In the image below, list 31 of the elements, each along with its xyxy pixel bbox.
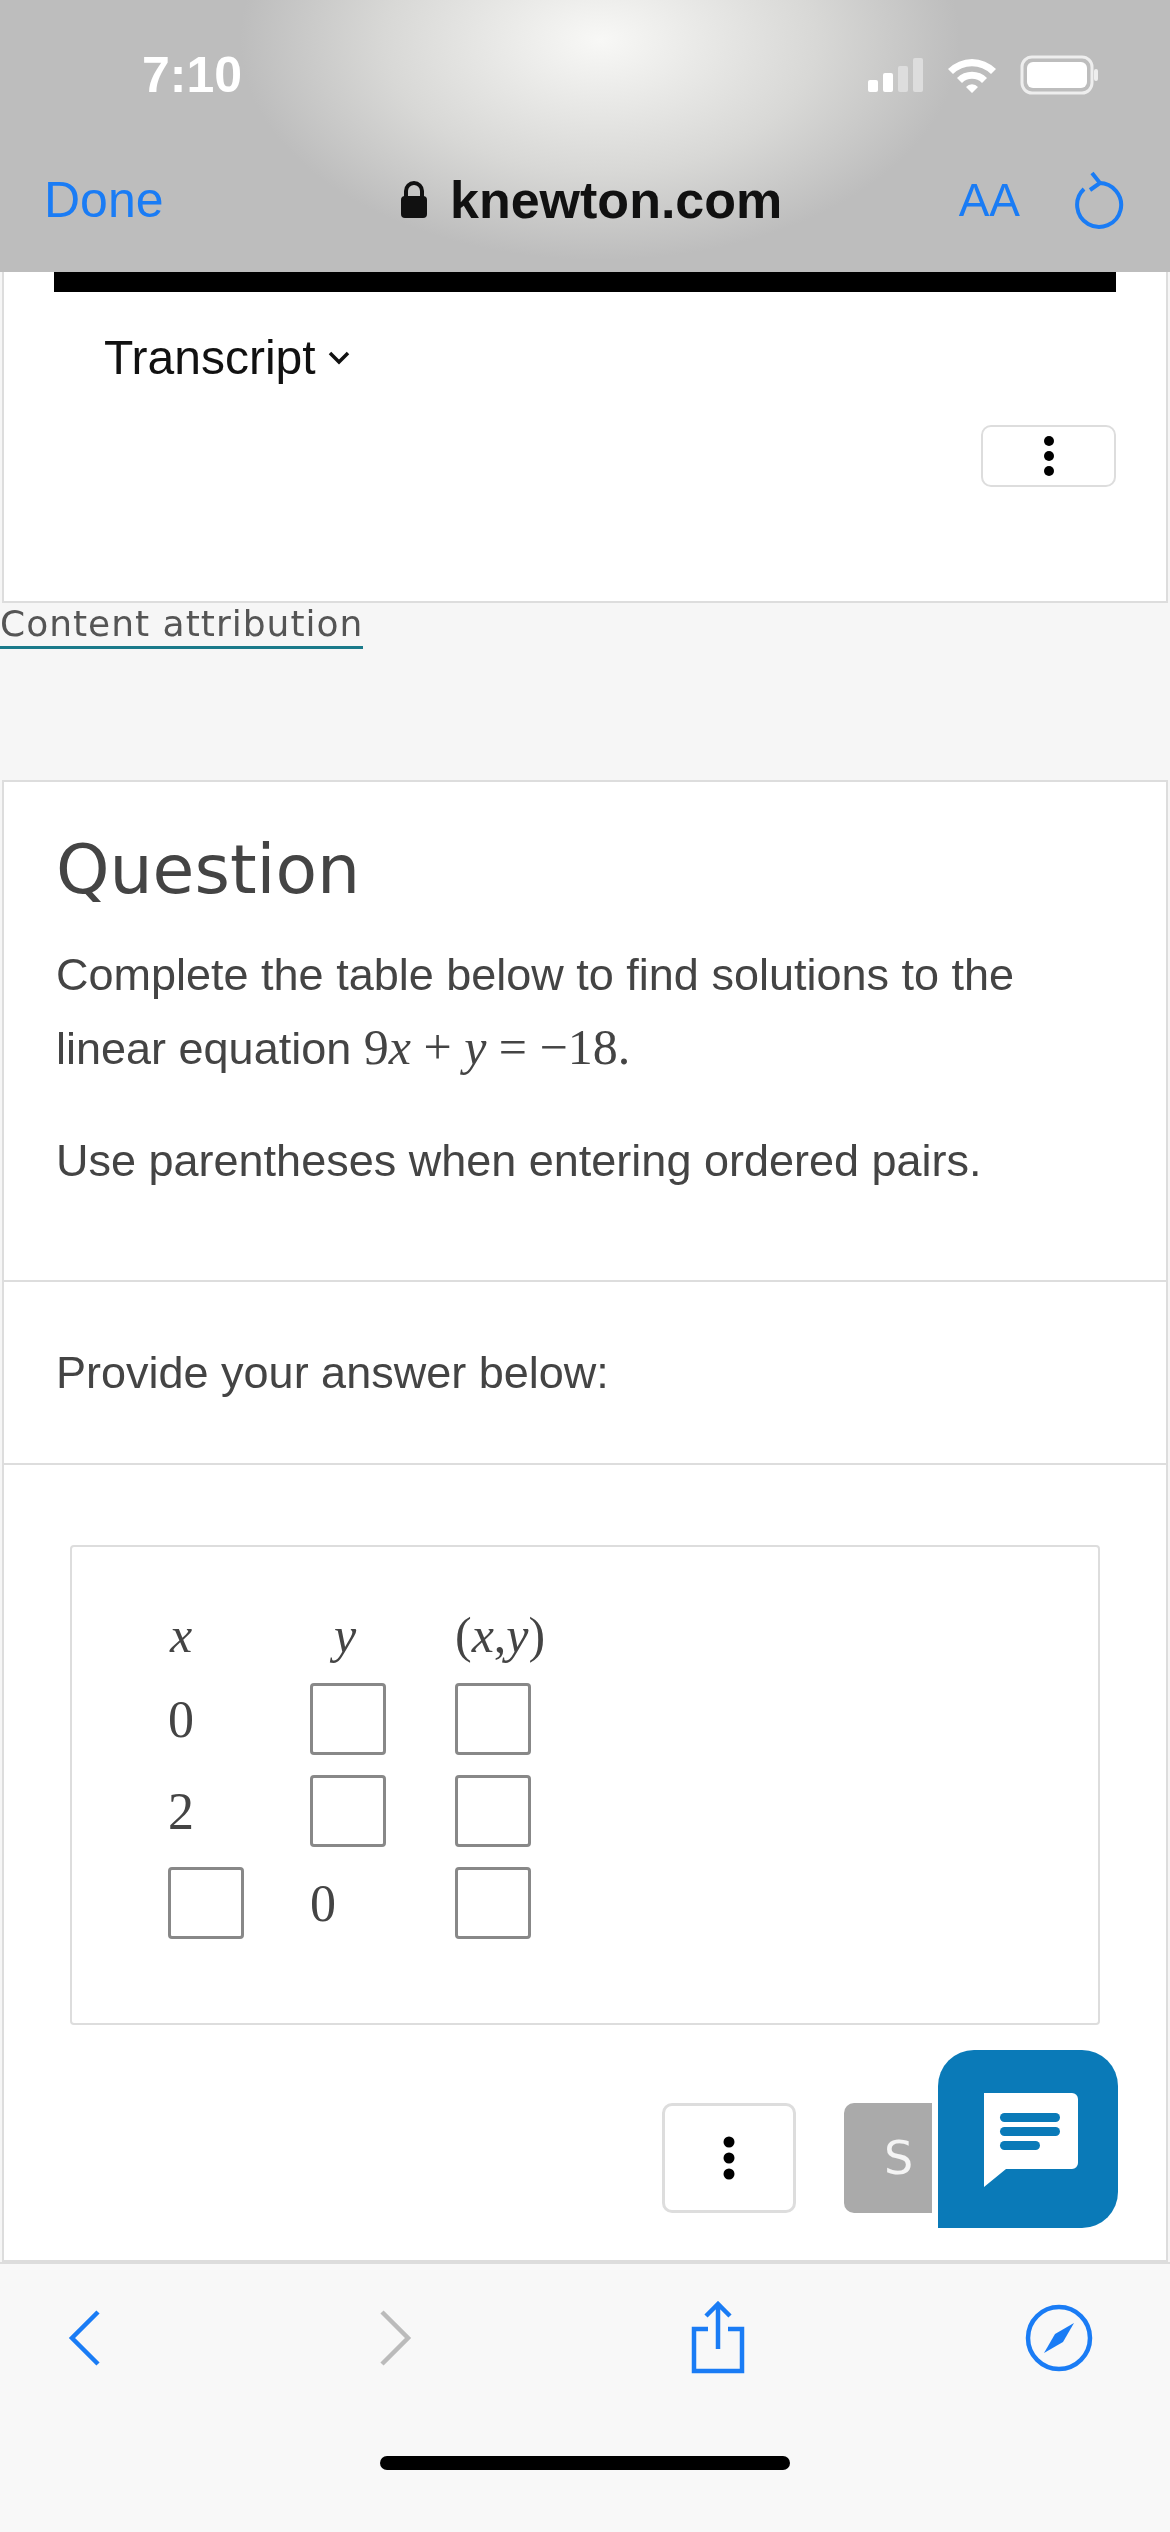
column-header: y <box>310 1605 455 1665</box>
question-text: Complete the table below to find solutions to the linear equation 9x + y = −18. <box>56 948 1016 1077</box>
url-text[interactable]: knewton.com <box>450 170 783 230</box>
question-heading: Question <box>56 830 362 909</box>
more-icon <box>722 2136 736 2180</box>
compass-icon[interactable] <box>1024 2303 1094 2373</box>
answer-label: Provide your answer below: <box>56 1345 609 1400</box>
column-header: x <box>168 1606 194 1665</box>
transcript-toggle[interactable]: Transcript <box>104 330 350 385</box>
chevron-down-icon <box>327 350 350 365</box>
attribution-link[interactable]: Content attribution <box>0 603 364 649</box>
instruction-text: Use parentheses when entering ordered pairs. <box>56 1134 983 1188</box>
answer-field[interactable] <box>455 1775 531 1847</box>
answer-field[interactable] <box>168 1867 244 1939</box>
answer-field[interactable] <box>455 1683 531 1755</box>
lock-icon <box>400 181 428 219</box>
more-icon <box>1042 436 1055 476</box>
table-value: 2 <box>168 1782 195 1842</box>
more-button[interactable] <box>981 425 1116 487</box>
column-header: (x,y) <box>455 1606 547 1665</box>
back-icon[interactable] <box>68 2308 102 2368</box>
wifi-icon <box>946 56 998 94</box>
table-value: 0 <box>168 1690 195 1750</box>
answer-field[interactable] <box>310 1775 386 1847</box>
battery-icon <box>1020 55 1100 95</box>
chat-button[interactable] <box>938 2050 1118 2228</box>
answer-field[interactable] <box>310 1683 386 1755</box>
table-value: 0 <box>310 1874 337 1934</box>
signal-icon <box>868 58 924 92</box>
status-time: 7:10 <box>142 46 243 104</box>
answer-field[interactable] <box>455 1867 531 1939</box>
